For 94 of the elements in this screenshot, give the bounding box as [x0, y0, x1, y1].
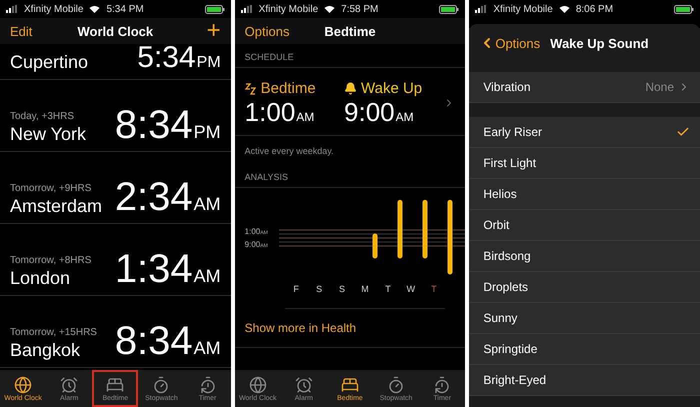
bedtime-label: Bedtime [260, 80, 316, 97]
row-label: Vibration [483, 80, 532, 94]
globe-icon [14, 376, 32, 394]
sound-name: Early Riser [483, 125, 544, 139]
add-button[interactable]: + [206, 19, 221, 43]
sound-name: Bright-Eyed [483, 373, 548, 387]
section-header: SCHEDULE [234, 44, 466, 68]
bed-icon [340, 376, 359, 394]
wifi-icon [89, 5, 100, 13]
sound-name: First Light [483, 156, 538, 170]
time-period: AM [194, 194, 221, 215]
sound-row[interactable]: Sunny [469, 303, 700, 334]
time-offset: Today, +3HRS [10, 111, 76, 122]
globe-icon [248, 376, 267, 394]
carrier-name: Xfinity Mobile [493, 4, 553, 14]
clock-row[interactable]: Today, +3HRS New York 8:34PM [0, 80, 231, 152]
sound-row[interactable]: Birdsong [469, 241, 700, 272]
timer-icon [198, 376, 217, 394]
time-period: AM [194, 266, 221, 287]
sound-row[interactable]: Early Riser [469, 117, 700, 148]
time-period: AM [194, 338, 221, 359]
day-label: S [315, 284, 324, 294]
sound-row[interactable]: Helios [469, 179, 700, 210]
sound-row[interactable]: Droplets [469, 272, 700, 303]
day-label: S [338, 284, 346, 294]
stopwatch-icon [152, 376, 170, 394]
time-period: AM [396, 110, 414, 124]
clock-row[interactable]: Tomorrow, +8HRS London 1:34AM [0, 224, 231, 296]
battery-icon [674, 4, 694, 14]
clock-time: 2:34 [114, 177, 193, 217]
time-period: AM [296, 110, 314, 124]
wifi-icon [558, 5, 570, 13]
city-name: London [10, 268, 72, 289]
sound-row[interactable]: Orbit [469, 210, 700, 241]
signal-icon [240, 5, 253, 13]
options-button[interactable]: Options [244, 24, 290, 38]
sound-name: Sunny [483, 311, 518, 325]
day-label: T [430, 284, 438, 294]
day-label: M [360, 284, 370, 294]
edit-button[interactable]: Edit [10, 24, 32, 38]
signal-icon [475, 5, 488, 13]
day-label: F [292, 284, 300, 294]
sound-name: Springtide [483, 342, 538, 356]
status-time: 8:06 PM [576, 4, 614, 14]
battery-icon [204, 4, 225, 14]
clock-time: 5:34 [137, 43, 196, 73]
clock-time: 8:34 [114, 321, 193, 361]
screen-title: Bedtime [324, 24, 376, 38]
sound-name: Helios [483, 187, 518, 201]
row-value: None [645, 80, 674, 94]
sound-name: Orbit [483, 218, 510, 232]
wifi-icon [324, 5, 336, 13]
status-time: 7:58 PM [341, 4, 378, 14]
battery-icon [439, 4, 460, 14]
clock-time: 8:34 [114, 105, 193, 145]
signal-icon [6, 5, 18, 13]
city-name: Cupertino [10, 52, 90, 73]
clock-time: 1:34 [114, 249, 193, 289]
timer-icon [433, 376, 452, 394]
bell-icon [344, 82, 358, 95]
day-label: T [384, 284, 392, 294]
sound-row[interactable]: First Light [469, 148, 700, 179]
time-period: PM [196, 54, 221, 72]
alarm-clock-icon [294, 376, 313, 394]
carrier-name: Xfinity Mobile [258, 4, 318, 14]
city-name: Amsterdam [10, 196, 104, 217]
status-time: 5:34 PM [106, 4, 144, 14]
sound-name: Droplets [483, 280, 530, 294]
bedtime-time: 1:00 [244, 99, 296, 125]
health-link[interactable]: Show more in Health [234, 309, 466, 348]
time-offset: Tomorrow, +8HRS [10, 255, 92, 266]
time-period: PM [194, 122, 221, 143]
screen-title: Wake Up Sound [550, 36, 649, 50]
day-label: W [406, 284, 416, 294]
city-name: New York [10, 124, 88, 145]
clock-row[interactable]: Cupertino 5:34PM [0, 44, 231, 80]
vibration-row[interactable]: Vibration None [469, 72, 700, 103]
sound-row[interactable]: Bright-Eyed [469, 365, 700, 396]
sound-row[interactable]: Springtide [469, 334, 700, 365]
bed-icon [106, 376, 124, 394]
city-name: Bangkok [10, 340, 82, 361]
sound-name: Birdsong [483, 249, 532, 263]
carrier-name: Xfinity Mobile [24, 4, 84, 14]
wake-up-time: 9:00 [344, 99, 395, 125]
wake-up-label: Wake Up [361, 80, 422, 97]
screen-title: World Clock [78, 24, 154, 38]
stopwatch-icon [387, 376, 406, 394]
section-header: ANALYSIS [234, 164, 466, 188]
time-offset: Tomorrow, +15HRS [10, 327, 98, 338]
schedule-note: Active every weekday. [244, 145, 335, 158]
sleep-icon [244, 82, 257, 94]
alarm-clock-icon [60, 376, 78, 394]
back-button[interactable]: Options [479, 35, 540, 51]
time-offset: Tomorrow, +9HRS [10, 183, 92, 194]
